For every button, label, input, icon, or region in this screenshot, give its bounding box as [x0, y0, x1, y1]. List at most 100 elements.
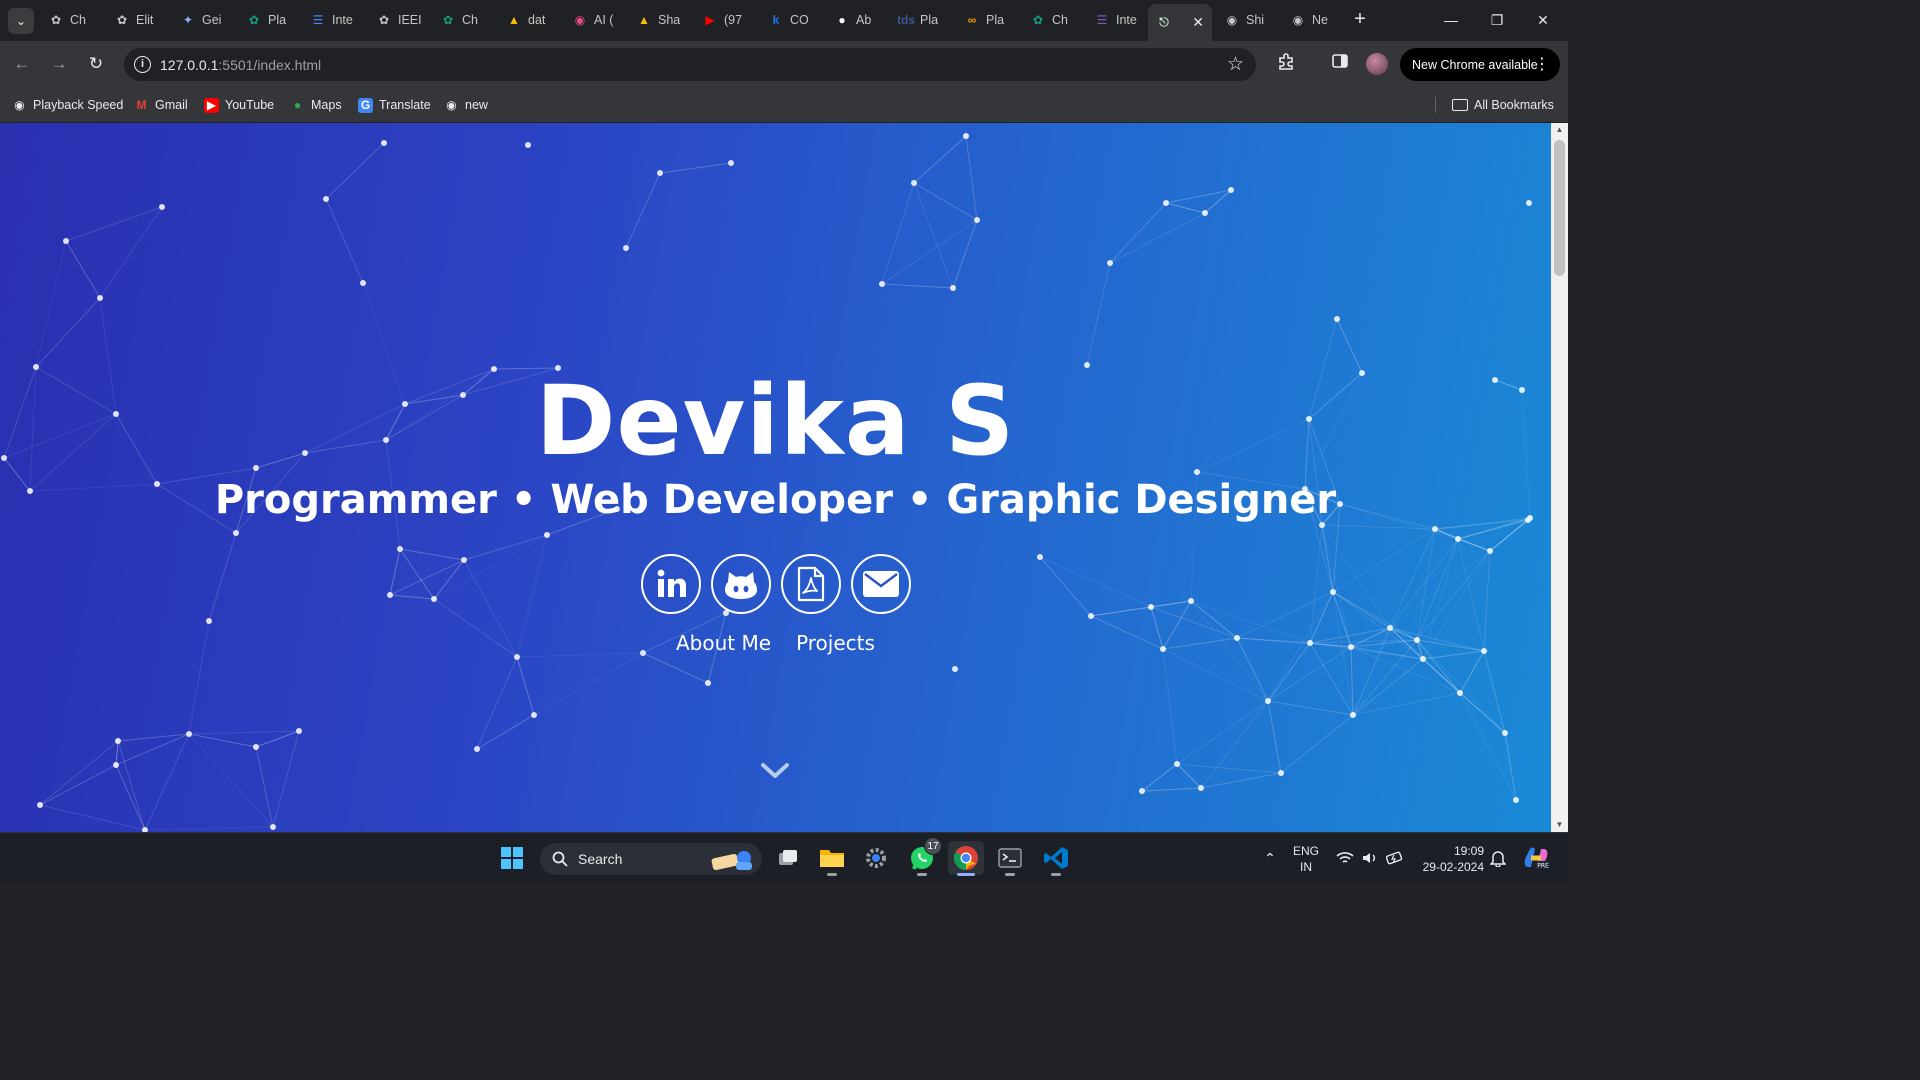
tab-label: Ch [1052, 13, 1068, 27]
site-info-icon[interactable]: i [134, 56, 151, 73]
tab[interactable]: ✿ Ch [48, 6, 104, 34]
chrome-update-button[interactable]: New Chrome available ⋮ [1400, 48, 1560, 81]
hero-roles: Programmer • Web Developer • Graphic Des… [214, 477, 1337, 523]
bookmark-star-icon[interactable]: ☆ [1227, 53, 1244, 76]
tds-icon: tds [898, 13, 915, 27]
tab[interactable]: ∞ Pla [964, 6, 1020, 34]
linkedin-link[interactable] [641, 554, 701, 614]
back-button[interactable]: ← [10, 52, 34, 76]
tab[interactable]: ◉ Ne [1290, 6, 1346, 34]
bookmark-item[interactable]: ◉ new [444, 95, 488, 115]
tab[interactable]: ▲ dat [506, 6, 562, 34]
drive-icon: ▲ [508, 13, 520, 27]
globe-icon: ◉ [1226, 13, 1238, 27]
globe-icon: ◉ [14, 98, 25, 112]
reload-icon: ↻ [88, 54, 104, 73]
tab[interactable]: ✿ Elit [114, 6, 170, 34]
new-tab-button[interactable]: + [1350, 9, 1370, 31]
tab[interactable]: ☰ Inte [310, 6, 366, 34]
linkedin-icon [657, 569, 686, 597]
tab[interactable]: ▶ (97 [702, 6, 758, 34]
bookmark-item[interactable]: ▶ YouTube [204, 95, 274, 115]
extensions-icon[interactable] [1274, 52, 1298, 76]
github-link[interactable] [711, 554, 771, 614]
close-tab-icon[interactable]: ✕ [1192, 14, 1204, 31]
bookmarks-divider [1435, 97, 1436, 113]
clock-date: 29-02-2024 [1422, 860, 1484, 874]
restore-button[interactable]: ❐ [1474, 8, 1520, 32]
chatgpt-icon: ✿ [1032, 13, 1044, 27]
projects-link[interactable]: Projects [796, 631, 875, 655]
tab[interactable]: ✦ Gei [180, 6, 236, 34]
bookmark-item[interactable]: M Gmail [134, 95, 188, 115]
scroll-down-arrow-icon[interactable]: ▼ [1551, 818, 1568, 832]
tab[interactable]: ✿ Ch [440, 6, 496, 34]
forward-button[interactable]: → [47, 52, 71, 76]
windows-taskbar: Search 17 ⌃ ENG IN 19:09 29-02-2024 PRE [0, 832, 1568, 882]
scrollbar-thumb[interactable] [1554, 140, 1565, 276]
page-scrollbar[interactable]: ▲ ▼ [1551, 123, 1568, 832]
scroll-up-arrow-icon[interactable]: ▲ [1551, 123, 1568, 137]
tab[interactable]: ✿ Pla [246, 6, 302, 34]
bookmark-item[interactable]: G Translate [358, 95, 431, 115]
tab-label: Elit [136, 13, 154, 27]
vscode-icon [1044, 847, 1068, 869]
tab-label: Pla [268, 13, 287, 27]
all-bookmarks-button[interactable]: All Bookmarks [1452, 95, 1554, 115]
volume-icon [1363, 853, 1375, 863]
whatsapp-button[interactable]: 17 [904, 837, 942, 876]
bookmark-label: YouTube [225, 98, 275, 112]
start-button[interactable] [494, 841, 530, 875]
notifications-button[interactable] [1486, 841, 1510, 875]
tab-label: IEEI [398, 13, 422, 27]
task-view-button[interactable] [770, 841, 806, 875]
minimize-button[interactable]: — [1428, 8, 1474, 32]
about-me-link[interactable]: About Me [676, 631, 771, 655]
tab[interactable]: ✿ Ch [1030, 6, 1086, 34]
bookmark-item[interactable]: ● Maps [290, 95, 342, 115]
tab-label: Pla [920, 13, 939, 27]
tab[interactable]: k CO [768, 6, 824, 34]
input-language-indicator[interactable]: ENG IN [1293, 843, 1319, 875]
file-explorer-button[interactable] [814, 841, 850, 876]
github-icon: ● [838, 13, 846, 27]
tab-search-button[interactable]: ⌄ [8, 8, 34, 34]
tab[interactable]: tds Pla [898, 6, 954, 34]
youtube-icon: ▶ [705, 13, 715, 27]
resume-pdf-link[interactable] [781, 554, 841, 614]
address-bar[interactable]: i 127.0.0.1:5501/index.html ☆ [124, 48, 1256, 81]
gemini-icon: ✦ [182, 13, 194, 27]
url-text[interactable]: 127.0.0.1:5501/index.html [160, 57, 321, 73]
vscode-button[interactable] [1038, 841, 1074, 876]
search-icon [552, 851, 568, 867]
openai-icon: ✿ [116, 13, 128, 27]
browser-toolbar: ← → ↻ i 127.0.0.1:5501/index.html ☆ New … [0, 41, 1568, 87]
taskbar-search[interactable]: Search [540, 843, 762, 875]
clock[interactable]: 19:09 29-02-2024 [1418, 843, 1484, 875]
settings-button[interactable] [858, 841, 894, 875]
tab-label: Ne [1312, 13, 1328, 27]
scroll-down-button[interactable] [760, 761, 790, 786]
tab[interactable]: ⎋ ✕ [1148, 4, 1212, 41]
copilot-button[interactable]: PRE [1518, 841, 1554, 875]
bookmark-item[interactable]: ◉ Playback Speed [12, 95, 123, 115]
tab[interactable]: ◉ Shi [1224, 6, 1280, 34]
chevron-up-icon: ⌃ [1264, 849, 1276, 866]
folder-icon [820, 850, 844, 867]
terminal-button[interactable] [992, 841, 1028, 876]
chatgpt-icon: ✿ [50, 13, 62, 27]
tab[interactable]: ✿ IEEI [376, 6, 432, 34]
close-window-button[interactable]: ✕ [1520, 8, 1566, 32]
reload-button[interactable]: ↻ [84, 52, 108, 76]
chrome-taskbar-button[interactable] [948, 841, 984, 876]
tab[interactable]: ☰ Inte [1094, 6, 1150, 34]
side-panel-icon[interactable] [1328, 52, 1352, 76]
k-icon: k [772, 13, 780, 27]
quick-settings-button[interactable] [1330, 841, 1410, 875]
profile-avatar[interactable] [1366, 53, 1388, 75]
show-hidden-icons-button[interactable]: ⌃ [1252, 841, 1288, 875]
tab[interactable]: ◉ AI ( [572, 6, 628, 34]
tab[interactable]: ● Ab [834, 6, 890, 34]
email-link[interactable] [851, 554, 911, 614]
tab[interactable]: ▲ Sha [636, 6, 692, 34]
